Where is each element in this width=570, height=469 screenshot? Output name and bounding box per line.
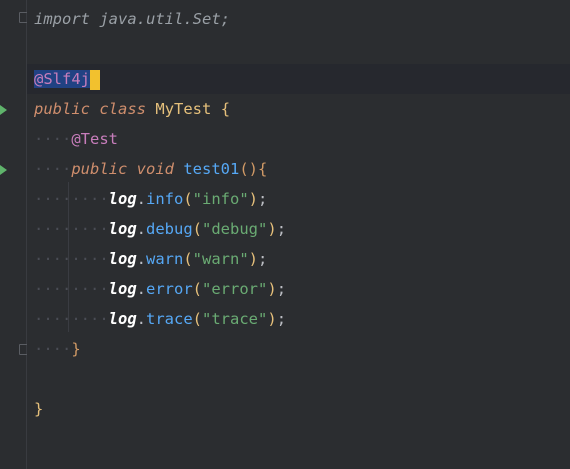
annotation-test: @Test <box>71 130 118 148</box>
string-literal: "warn" <box>192 250 249 268</box>
keyword-import: import <box>34 10 90 28</box>
code-line-method-close[interactable]: ····} <box>27 334 570 364</box>
code-line-class-decl[interactable]: public class MyTest { <box>27 94 570 124</box>
log-method: info <box>146 190 184 208</box>
editor-gutter <box>0 0 30 469</box>
code-line-test-annotation[interactable]: ····@Test <box>27 124 570 154</box>
string-literal: "error" <box>202 280 268 298</box>
code-editor[interactable]: import java.util.Set; @Slf4j public clas… <box>27 0 570 469</box>
method-name: test01 <box>183 160 240 178</box>
code-line-annotation-slf4j[interactable]: @Slf4j <box>27 64 570 94</box>
semicolon: ; <box>220 10 230 28</box>
close-brace: } <box>71 340 81 358</box>
class-name: MyTest <box>155 100 212 118</box>
code-line-import[interactable]: import java.util.Set; <box>27 4 570 34</box>
close-brace: } <box>34 400 44 418</box>
open-brace: { <box>258 160 268 178</box>
run-test-icon[interactable] <box>0 165 7 175</box>
run-class-icon[interactable] <box>0 105 7 115</box>
text-cursor <box>90 69 100 90</box>
indent-dots: ···· <box>34 340 72 358</box>
indent-dots: ········ <box>34 220 109 238</box>
indent-dots: ········ <box>34 250 109 268</box>
string-literal: "trace" <box>202 310 268 328</box>
keyword-public: public <box>71 160 128 178</box>
keyword-class: class <box>99 100 147 118</box>
code-line-log-debug[interactable]: ········log.debug("debug"); <box>27 214 570 244</box>
import-path: java.util. <box>90 10 193 28</box>
log-variable: log <box>108 250 137 268</box>
log-variable: log <box>108 280 137 298</box>
log-method: error <box>146 280 193 298</box>
code-line-method-decl[interactable]: ····public void test01(){ <box>27 154 570 184</box>
annotation-slf4j: @Slf4j <box>34 70 90 88</box>
string-literal: "info" <box>192 190 249 208</box>
keyword-void: void <box>136 160 174 178</box>
log-variable: log <box>108 220 137 238</box>
string-literal: "debug" <box>202 220 268 238</box>
indent-dots: ········ <box>34 280 109 298</box>
code-line-log-error[interactable]: ········log.error("error"); <box>27 274 570 304</box>
code-line-log-trace[interactable]: ········log.trace("trace"); <box>27 304 570 334</box>
indent-dots: ···· <box>34 160 72 178</box>
log-method: trace <box>146 310 193 328</box>
log-method: debug <box>146 220 193 238</box>
code-line-class-close[interactable]: } <box>27 394 570 424</box>
log-variable: log <box>108 190 137 208</box>
keyword-public: public <box>34 100 90 118</box>
code-line-log-info[interactable]: ········log.info("info"); <box>27 184 570 214</box>
log-method: warn <box>146 250 184 268</box>
indent-dots: ········ <box>34 190 109 208</box>
indent-dots: ········ <box>34 310 109 328</box>
method-parens: () <box>239 160 259 178</box>
code-line-log-warn[interactable]: ········log.warn("warn"); <box>27 244 570 274</box>
log-variable: log <box>108 310 137 328</box>
indent-dots: ···· <box>34 130 72 148</box>
open-brace: { <box>220 100 231 118</box>
import-class: Set <box>192 10 221 28</box>
